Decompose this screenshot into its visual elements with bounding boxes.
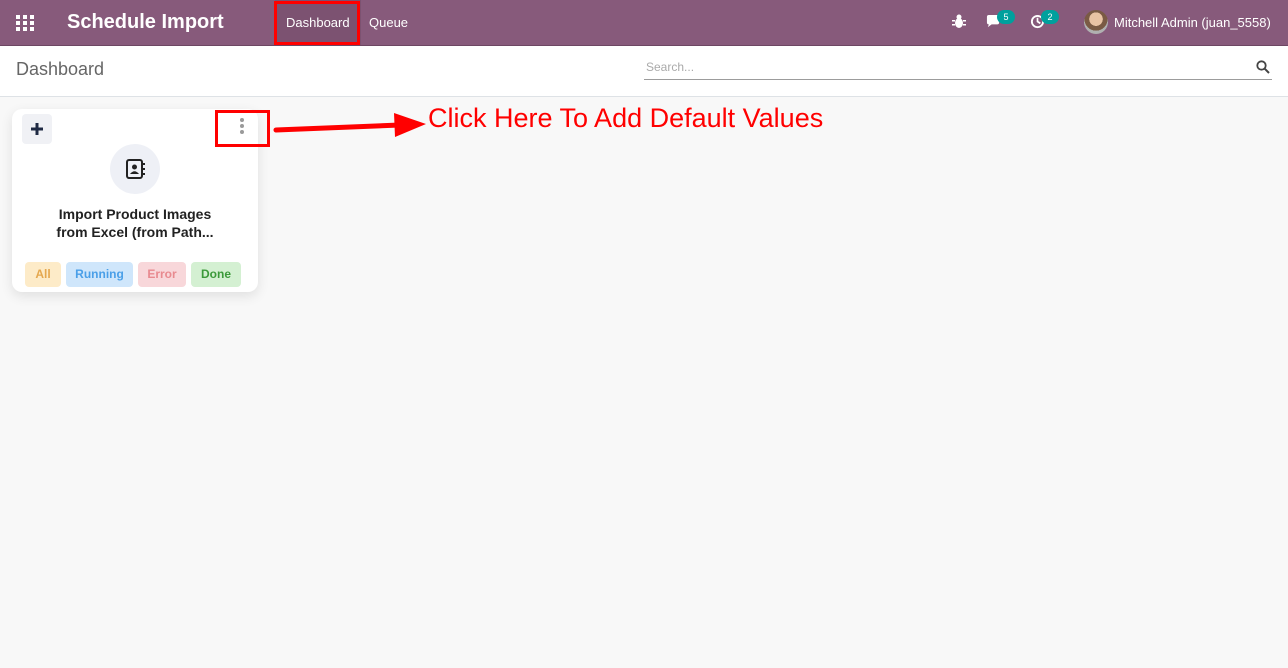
chip-error[interactable]: Error xyxy=(138,262,186,287)
vertical-dots-icon[interactable] xyxy=(236,117,248,137)
top-navbar: Schedule Import Dashboard Queue 5 2 Mitc… xyxy=(0,0,1288,46)
address-book-icon xyxy=(126,159,145,179)
activities-button[interactable]: 2 xyxy=(1030,10,1060,31)
card-title[interactable]: Import Product Images from Excel (from P… xyxy=(22,205,248,241)
annotation-arrow xyxy=(273,113,426,137)
annotation-text: Click Here To Add Default Values xyxy=(428,103,824,133)
plus-icon xyxy=(31,123,43,135)
chip-done[interactable]: Done xyxy=(191,262,241,287)
card-title-line2: from Excel (from Path... xyxy=(56,224,214,240)
add-button[interactable] xyxy=(22,114,52,144)
record-icon-circle xyxy=(110,144,160,194)
menu-dashboard[interactable]: Dashboard xyxy=(275,0,361,45)
search-icon[interactable] xyxy=(1256,60,1270,74)
bug-icon[interactable] xyxy=(952,13,966,31)
activities-count-badge: 2 xyxy=(1041,10,1059,24)
apps-grid-icon[interactable] xyxy=(16,14,34,32)
chip-running[interactable]: Running xyxy=(66,262,133,287)
menu-queue[interactable]: Queue xyxy=(358,0,419,45)
import-card: Import Product Images from Excel (from P… xyxy=(12,109,258,292)
search-input[interactable] xyxy=(644,56,1244,78)
breadcrumb: Dashboard xyxy=(16,59,105,79)
app-title: Schedule Import xyxy=(67,11,224,33)
control-panel: Dashboard xyxy=(0,46,1288,97)
avatar xyxy=(1084,10,1108,34)
card-title-line1: Import Product Images xyxy=(58,206,212,222)
user-name: Mitchell Admin (juan_5558) xyxy=(1114,15,1271,30)
messages-button[interactable]: 5 xyxy=(986,10,1016,31)
messages-count-badge: 5 xyxy=(997,10,1015,24)
chip-all[interactable]: All xyxy=(25,262,61,287)
search-bar xyxy=(644,56,1272,80)
